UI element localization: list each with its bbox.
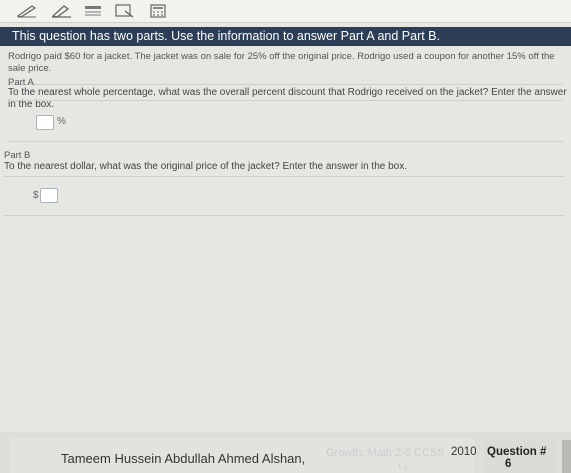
course-watermark: Growth: Math 2-5 CCSS bbox=[326, 447, 445, 459]
year-label: 2010 bbox=[451, 446, 477, 458]
part-b-label: Part B bbox=[4, 150, 31, 161]
magnifier-icon[interactable] bbox=[112, 3, 138, 18]
part-a-answer-input[interactable] bbox=[36, 115, 54, 130]
toolbar bbox=[0, 0, 571, 23]
divider bbox=[4, 215, 564, 216]
part-b-answer-input[interactable] bbox=[40, 188, 58, 203]
part-a-prompt: To the nearest whole percentage, what wa… bbox=[8, 87, 567, 110]
percent-unit: % bbox=[57, 116, 66, 127]
divider bbox=[8, 141, 563, 142]
student-name: Tameem Hussein Abdullah Ahmed Alshan, bbox=[61, 451, 306, 466]
question-label: Question # bbox=[487, 446, 547, 458]
line-reader-icon[interactable] bbox=[80, 3, 106, 18]
question-banner: This question has two parts. Use the inf… bbox=[0, 27, 571, 46]
question-number: 6 bbox=[505, 458, 512, 470]
highlighter-icon[interactable] bbox=[48, 3, 74, 18]
pencil-icon[interactable] bbox=[14, 3, 40, 18]
divider bbox=[8, 100, 563, 101]
calculator-icon[interactable] bbox=[145, 3, 171, 18]
dollar-prefix: $ bbox=[33, 190, 39, 201]
question-stem: Rodrigo paid $60 for a jacket. The jacke… bbox=[8, 51, 563, 85]
part-b-prompt: To the nearest dollar, what was the orig… bbox=[4, 161, 408, 172]
watermark-mark: 1 1 bbox=[397, 462, 409, 471]
divider bbox=[4, 176, 564, 177]
footer-edge bbox=[562, 440, 571, 473]
